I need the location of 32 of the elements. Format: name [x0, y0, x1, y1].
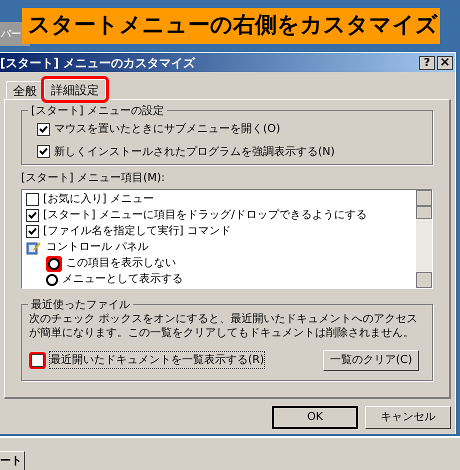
checkbox[interactable] [37, 122, 50, 136]
tab[interactable]: 全般 [6, 81, 44, 99]
control-panel-icon [26, 240, 42, 254]
list-label: [スタート] メニュー項目(M): [21, 170, 166, 186]
description-text: 次のチェック ボックスをオンにすると、最近開いたドキュメントへのアクセスが簡単になります。この一覧をクリアしてもドキュメントは削除されません。 [29, 312, 418, 340]
group-title: 最近使ったファイル [28, 296, 133, 313]
start-button[interactable]: ート [0, 450, 25, 470]
window-title: [スタート] メニューのカスタマイズ [0, 54, 196, 72]
close-button[interactable]: × [437, 56, 453, 70]
list-item-label: [スタート] メニューに項目をドラッグ/ドロップできるようにする [43, 207, 367, 224]
radio-button[interactable] [46, 274, 58, 286]
checkbox[interactable] [26, 193, 39, 206]
list-item-label: メニューとして表示する [62, 271, 183, 288]
checkbox[interactable] [26, 209, 39, 222]
window-title: バー [0, 28, 21, 42]
dialog-button[interactable]: OK [272, 406, 358, 429]
checkbox[interactable] [37, 145, 50, 158]
checkbox[interactable] [26, 225, 39, 238]
help-button[interactable]: ? [419, 56, 435, 70]
checkbox-label: 新しくインストールされたプログラムを強調表示する(N) [54, 144, 335, 160]
tab[interactable]: 詳細設定 [44, 79, 106, 100]
list-item-label: [ファイル名を指定して実行] コマンド [43, 223, 232, 240]
dialog-button[interactable]: キャンセル [365, 406, 451, 429]
clear-list-button[interactable]: 一覧のクリア(C) [323, 350, 419, 370]
checkbox-label: マウスを置いたときにサブメニューを開く(O) [54, 121, 280, 137]
list-item-label: この項目を表示しない [66, 255, 176, 272]
scroll-thumb[interactable] [416, 206, 432, 218]
list-item-label: [お気に入り] メニュー [43, 191, 154, 208]
list-item-label: コントロール パネル [46, 239, 148, 256]
scrollbar[interactable] [416, 190, 432, 288]
banner-title: スタートメニューの右側をカスタマイズ [22, 8, 440, 44]
checkbox-label: 最近開いたドキュメントを一覧表示する(R) [49, 350, 266, 370]
